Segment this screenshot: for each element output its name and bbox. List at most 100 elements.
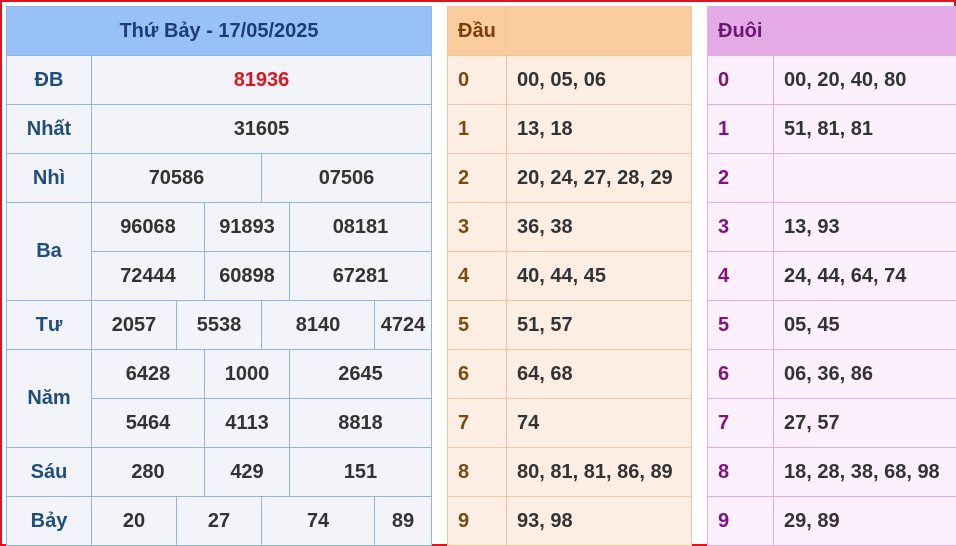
dau-key: 9 [447,496,507,546]
prize-number: 72444 [91,251,205,301]
dau-row: 4 40, 44, 45 [447,251,692,301]
prize-number: 67281 [289,251,432,301]
prize-number: 70586 [91,153,262,203]
duoi-values: 06, 36, 86 [773,349,956,399]
dau-row: 1 13, 18 [447,104,692,154]
duoi-row: 1 51, 81, 81 [707,104,956,154]
dau-key: 4 [447,251,507,301]
prize-number: 2645 [289,349,432,399]
duoi-values: 13, 93 [773,202,956,252]
duoi-row: 9 29, 89 [707,496,956,546]
prize-number: 8818 [289,398,432,448]
prize-label: Bảy [6,496,92,546]
prize-number: 8140 [261,300,375,350]
dau-key: 2 [447,153,507,203]
dau-values: 74 [506,398,692,448]
prize-number: 1000 [204,349,290,399]
dau-row: 7 74 [447,398,692,448]
results-frame: Thứ Bảy - 17/05/2025 ĐB 81936 Nhất 31605… [0,0,956,546]
dau-key: 8 [447,447,507,497]
prize-number: 60898 [204,251,290,301]
prize-number: 27 [176,496,262,546]
prize-number: 96068 [91,202,205,252]
duoi-values: 24, 44, 64, 74 [773,251,956,301]
duoi-values: 29, 89 [773,496,956,546]
duoi-values: 05, 45 [773,300,956,350]
prize-label: Tư [6,300,92,350]
duoi-key: 3 [707,202,774,252]
duoi-row: 8 18, 28, 38, 68, 98 [707,447,956,497]
prize-number: 429 [204,447,290,497]
duoi-table: Đuôi 0 00, 20, 40, 80 1 51, 81, 81 2 3 13, … [707,6,956,546]
duoi-values: 51, 81, 81 [773,104,956,154]
duoi-row: 3 13, 93 [707,202,956,252]
dau-row: 6 64, 68 [447,349,692,399]
dau-key: 7 [447,398,507,448]
prize-row-db: ĐB 81936 [6,55,432,105]
dau-header: Đầu [447,6,507,56]
dau-values: 40, 44, 45 [506,251,692,301]
dau-row: 0 00, 05, 06 [447,55,692,105]
prize-number: 280 [91,447,205,497]
prize-label: Ba [6,202,92,301]
dau-key: 3 [447,202,507,252]
duoi-header-blank [773,6,956,56]
prize-number: 08181 [289,202,432,252]
prize-number: 07506 [261,153,432,203]
prize-number: 2057 [91,300,177,350]
duoi-key: 1 [707,104,774,154]
prize-label: Năm [6,349,92,448]
dau-key: 5 [447,300,507,350]
prize-number: 89 [374,496,432,546]
duoi-row: 5 05, 45 [707,300,956,350]
duoi-key: 5 [707,300,774,350]
dau-key: 0 [447,55,507,105]
duoi-values: 00, 20, 40, 80 [773,55,956,105]
dau-row: 2 20, 24, 27, 28, 29 [447,153,692,203]
prize-label: Nhất [6,104,92,154]
results-table: Thứ Bảy - 17/05/2025 ĐB 81936 Nhất 31605… [6,6,432,546]
duoi-key: 8 [707,447,774,497]
dau-values: 36, 38 [506,202,692,252]
dau-key: 6 [447,349,507,399]
prize-row-bay: Bảy 20 27 74 89 [6,496,432,546]
duoi-key: 4 [707,251,774,301]
results-title: Thứ Bảy - 17/05/2025 [6,6,432,56]
dau-header-blank [506,6,692,56]
duoi-values [773,153,956,203]
prize-number: 74 [261,496,375,546]
prize-number: 5464 [91,398,205,448]
dau-values: 20, 24, 27, 28, 29 [506,153,692,203]
duoi-values: 27, 57 [773,398,956,448]
duoi-key: 6 [707,349,774,399]
prize-number: 4724 [374,300,432,350]
duoi-row: 7 27, 57 [707,398,956,448]
prize-number: 20 [91,496,177,546]
prize-number: 151 [289,447,432,497]
prize-row-nhat: Nhất 31605 [6,104,432,154]
duoi-key: 7 [707,398,774,448]
prize-number: 6428 [91,349,205,399]
dau-values: 51, 57 [506,300,692,350]
dau-row: 8 80, 81, 81, 86, 89 [447,447,692,497]
prize-row-nam: Năm 6428 1000 2645 [6,349,432,448]
duoi-row: 6 06, 36, 86 [707,349,956,399]
prize-number: 91893 [204,202,290,252]
prize-row-ba: Ba 96068 91893 08181 [6,202,432,301]
prize-row-tu: Tư 2057 5538 8140 4724 [6,300,432,350]
prize-label: Sáu [6,447,92,497]
dau-row: 5 51, 57 [447,300,692,350]
prize-label: Nhì [6,153,92,203]
dau-values: 00, 05, 06 [506,55,692,105]
duoi-header: Đuôi [707,6,774,56]
prize-row-sau: Sáu 280 429 151 [6,447,432,497]
duoi-key: 2 [707,153,774,203]
prize-row-nhi: Nhì 70586 07506 [6,153,432,203]
duoi-values: 18, 28, 38, 68, 98 [773,447,956,497]
dau-row: 9 93, 98 [447,496,692,546]
prize-number-special: 81936 [91,55,432,105]
dau-key: 1 [447,104,507,154]
dau-values: 64, 68 [506,349,692,399]
prize-number: 4113 [204,398,290,448]
duoi-row: 4 24, 44, 64, 74 [707,251,956,301]
